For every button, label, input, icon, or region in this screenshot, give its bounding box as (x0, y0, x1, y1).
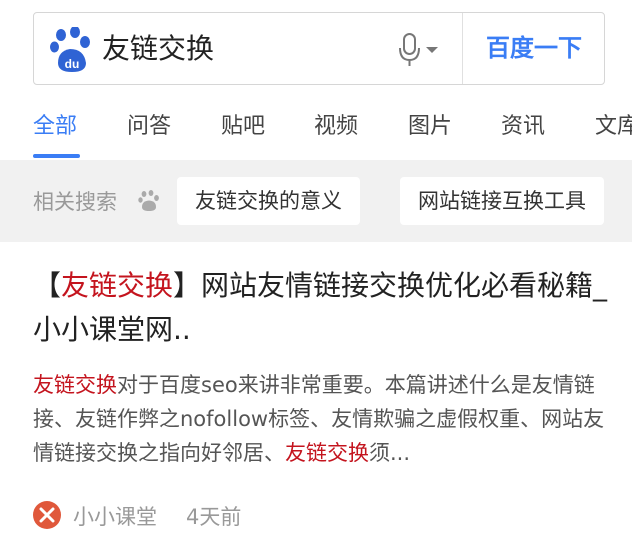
snippet-text: 须... (369, 441, 411, 465)
tab-qa[interactable]: 问答 (127, 108, 171, 140)
related-chip[interactable]: 友链交换的意义 (177, 177, 360, 225)
source-name: 小小课堂 (73, 505, 157, 529)
source-time: 4天前 (186, 505, 242, 529)
result-title-link[interactable]: 【友链交换】网站友情链接交换优化必看秘籍_小小课堂网.. (33, 264, 613, 352)
result-snippet: 友链交换对于百度seo来讲非常重要。本篇讲述什么是友情链接、友链作弊之nofol… (33, 368, 615, 470)
tab-tieba[interactable]: 贴吧 (221, 108, 265, 140)
title-keyword: 友链交换 (61, 269, 174, 302)
chevron-down-icon (426, 47, 438, 53)
search-button[interactable]: 百度一下 (464, 13, 604, 84)
tab-bar: 全部 问答 贴吧 视频 图片 资讯 文库 (0, 100, 632, 160)
search-box: du 友链交换 百度一下 (33, 12, 605, 85)
microphone-icon[interactable] (398, 33, 446, 67)
related-chip[interactable]: 网站链接互换工具 (400, 177, 604, 225)
snippet-keyword: 友链交换 (33, 373, 117, 397)
svg-text:du: du (65, 57, 80, 71)
baidu-paw-logo-icon[interactable]: du (50, 27, 94, 73)
search-input[interactable]: 友链交换 (102, 29, 214, 69)
search-divider (462, 13, 463, 84)
tab-all[interactable]: 全部 (33, 108, 77, 140)
paw-icon (138, 190, 159, 211)
title-bracket-open: 【 (33, 269, 62, 302)
x-circle-icon (33, 501, 61, 529)
related-searches: 相关搜索 友链交换的意义 网站链接互换工具 (0, 160, 632, 242)
search-result: 【友链交换】网站友情链接交换优化必看秘籍_小小课堂网.. 友链交换对于百度seo… (0, 242, 632, 556)
related-label: 相关搜索 (33, 190, 117, 214)
title-bracket-close: 】 (173, 269, 202, 302)
top-bar: du 友链交换 百度一下 全部 问答 贴吧 视频 图片 资讯 文库 (0, 0, 632, 160)
tab-video[interactable]: 视频 (314, 108, 358, 140)
snippet-keyword: 友链交换 (285, 441, 369, 465)
active-tab-indicator (33, 154, 80, 158)
tab-news[interactable]: 资讯 (501, 108, 545, 140)
tab-images[interactable]: 图片 (408, 108, 452, 140)
tab-wenku[interactable]: 文库 (595, 108, 632, 140)
